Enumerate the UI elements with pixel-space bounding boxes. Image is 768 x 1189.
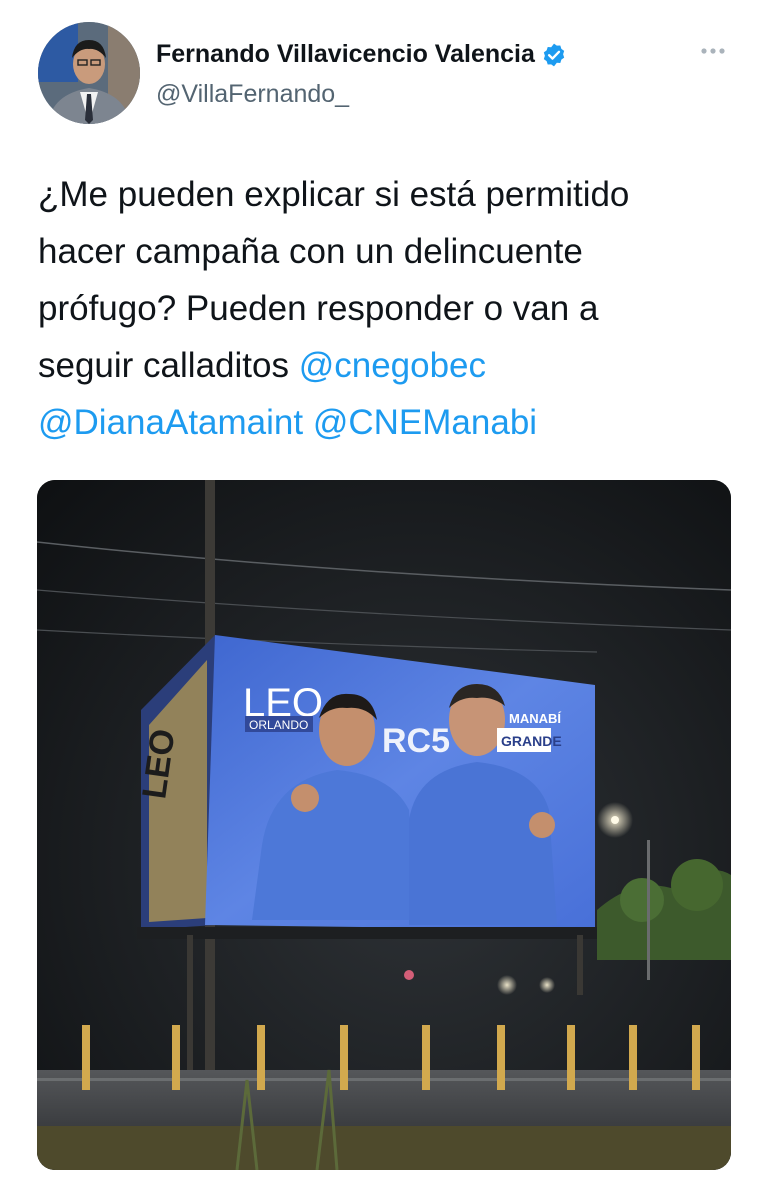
mention-link[interactable]: @CNEManabi — [313, 403, 537, 442]
mention-link[interactable]: @DianaAtamaint — [38, 403, 303, 442]
tweet-line-text: seguir calladitos — [38, 346, 299, 385]
verified-badge-icon — [543, 43, 565, 66]
billboard-list-number: RC5 — [382, 722, 450, 760]
more-options-icon[interactable] — [698, 38, 728, 64]
tweet-header: Fernando Villavicencio Valencia @VillaFe… — [38, 22, 738, 126]
mention-link[interactable]: @cnegobec — [299, 346, 486, 385]
profile-photo-icon — [38, 22, 140, 124]
author-handle[interactable]: @VillaFernando_ — [156, 80, 349, 109]
tweet-line: ¿Me pueden explicar si está permitido — [38, 175, 630, 214]
billboard-orlando: ORLANDO — [249, 718, 308, 732]
billboard-photo: LEO LEO ORLANDO RC5 MANABÍ GRANDE — [37, 480, 731, 1170]
tweet-line: prófugo? Pueden responder o van a — [38, 289, 599, 328]
tweet-text: ¿Me pueden explicar si está permitido ha… — [38, 166, 738, 451]
tweet-line: @DianaAtamaint @CNEManabi — [38, 394, 738, 451]
tweet-photo[interactable]: LEO LEO ORLANDO RC5 MANABÍ GRANDE — [37, 480, 731, 1170]
tweet-line: hacer campaña con un delincuente — [38, 232, 583, 271]
billboard-manabi: MANABÍ — [509, 711, 561, 726]
tweet-line: seguir calladitos @cnegobec — [38, 337, 738, 394]
author-name-row: Fernando Villavicencio Valencia — [156, 40, 567, 69]
author-name[interactable]: Fernando Villavicencio Valencia — [156, 40, 535, 69]
billboard-grande: GRANDE — [501, 733, 562, 749]
avatar[interactable] — [38, 22, 140, 124]
